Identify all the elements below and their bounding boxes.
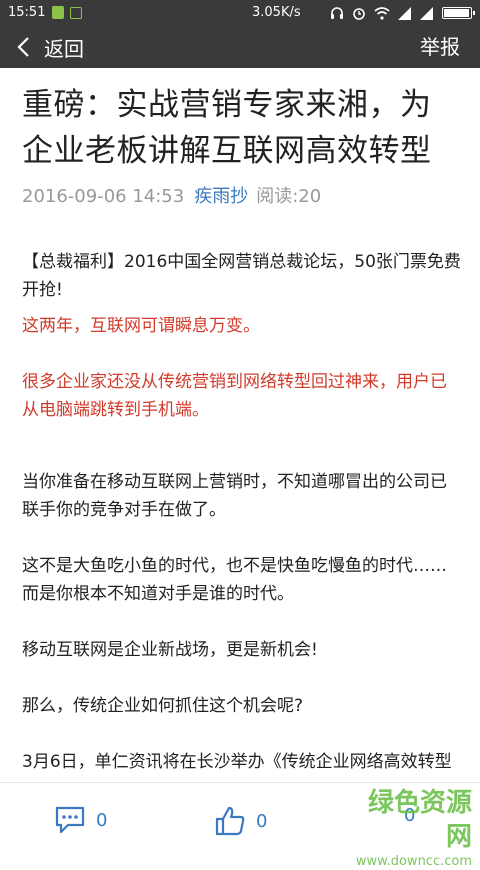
report-button[interactable]: 举报	[420, 26, 460, 68]
like-count: 0	[256, 810, 268, 832]
comment-button[interactable]: 0	[54, 805, 107, 835]
article-meta: 2016-09-06 14:53 疾雨抄 阅读:20	[22, 184, 462, 210]
paragraph-5: 这不是大鱼吃小鱼的时代，也不是快鱼吃慢鱼的时代……而是你根本不知道对手是谁的时代…	[22, 556, 447, 604]
sim-icon	[52, 6, 64, 19]
comment-icon	[55, 806, 85, 834]
article-date: 2016-09-06 14:53	[22, 186, 185, 207]
wifi-icon	[374, 6, 390, 20]
status-icons	[330, 0, 475, 26]
paragraph-1: 【总裁福利】2016中国全网营销总裁论坛，50张门票免费开抢!	[22, 252, 461, 300]
nav-bar: 返回 举报	[0, 26, 480, 68]
thumbs-up-icon	[215, 806, 245, 836]
signal-2-icon	[420, 6, 433, 20]
headset-icon	[331, 7, 343, 19]
comment-count: 0	[96, 809, 108, 831]
chevron-left-icon	[17, 37, 29, 57]
message-notification-icon	[70, 7, 82, 19]
article-read-count: 阅读:20	[256, 186, 322, 207]
battery-icon	[442, 7, 475, 19]
paragraph-3: 很多企业家还没从传统营销到网络转型回过神来，用户已从电脑端跳转到手机端。	[22, 372, 447, 420]
watermark-main: 绿色资源网	[367, 788, 472, 852]
signal-icon	[398, 6, 411, 20]
back-label: 返回	[44, 36, 84, 61]
alarm-icon	[353, 8, 365, 20]
status-bar: 15:51 3.05K/s	[0, 0, 480, 26]
paragraph-7: 那么，传统企业如何抓住这个机会呢?	[22, 696, 304, 716]
article-content: 【总裁福利】2016中国全网营销总裁论坛，50张门票免费开抢! 这两年，互联网可…	[22, 248, 462, 780]
watermark: 绿色资源网 www.downcc.com	[352, 786, 472, 869]
network-speed: 3.05K/s	[252, 5, 301, 20]
paragraph-4: 当你准备在移动互联网上营销时，不知道哪冒出的公司已联手你的竞争对手在做了。	[22, 472, 447, 520]
paragraph-8: 3月6日，单仁资讯将在长沙举办《传统企业网络高效转型的战略关键》总裁论坛	[22, 752, 452, 772]
like-button[interactable]: 0	[214, 805, 267, 837]
article-author[interactable]: 疾雨抄	[194, 186, 248, 207]
article: 重磅：实战营销专家来湘，为企业老板讲解互联网高效转型 2016-09-06 14…	[22, 68, 462, 780]
back-button[interactable]: 返回	[16, 26, 84, 68]
article-title: 重磅：实战营销专家来湘，为企业老板讲解互联网高效转型	[22, 87, 432, 169]
status-time: 15:51	[8, 5, 46, 20]
watermark-sub: www.downcc.com	[355, 854, 472, 869]
paragraph-2: 这两年，互联网可谓瞬息万变。	[22, 316, 260, 336]
paragraph-6: 移动互联网是企业新战场，更是新机会!	[22, 640, 318, 660]
